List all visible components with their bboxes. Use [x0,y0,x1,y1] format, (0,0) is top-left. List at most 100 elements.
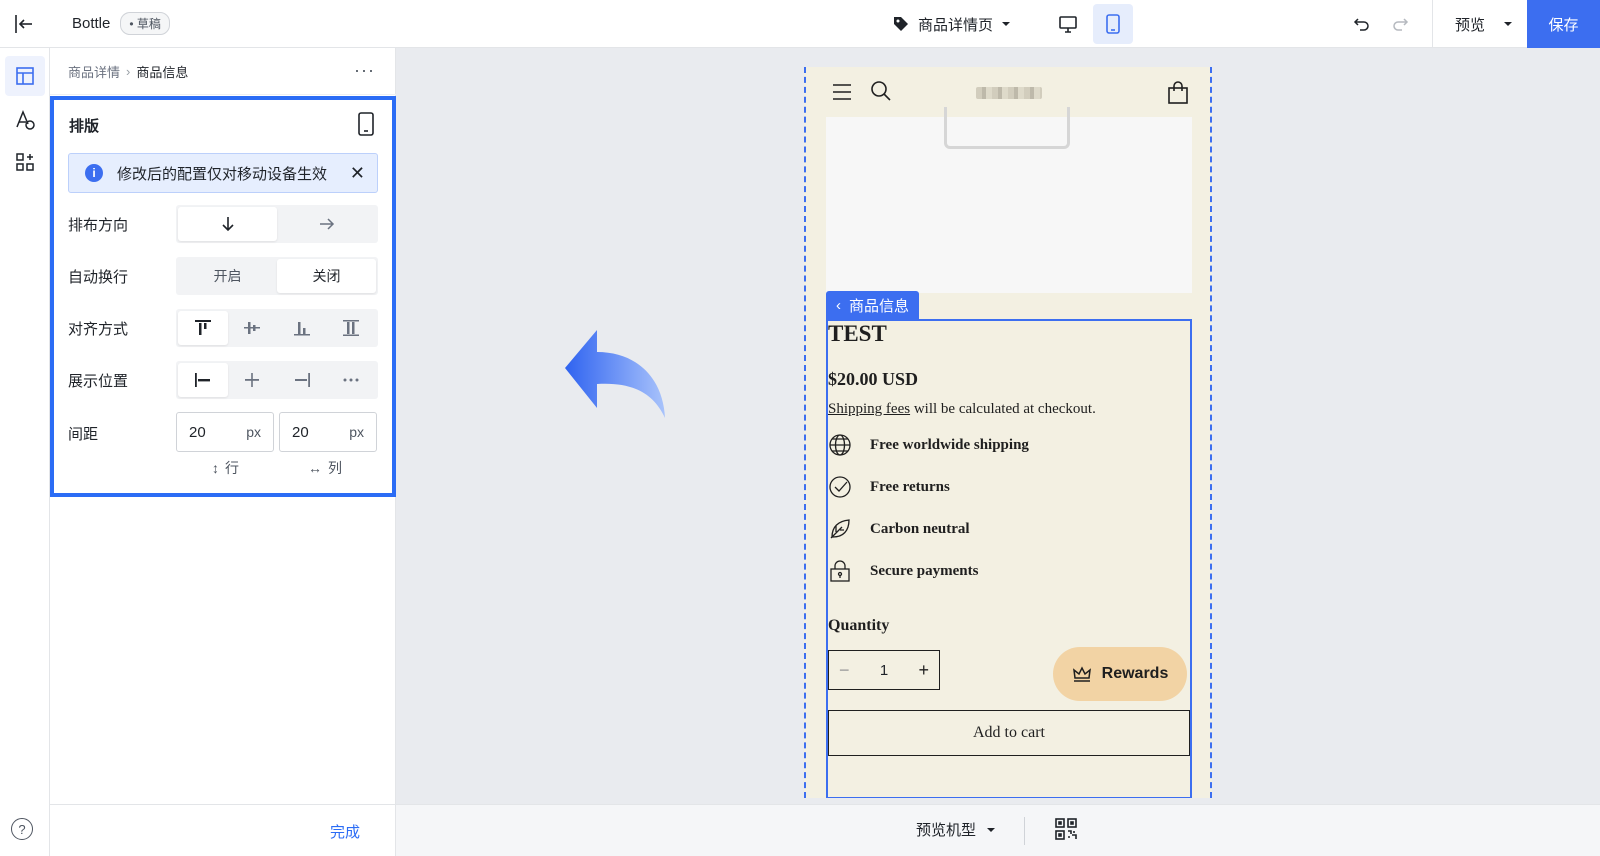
horizontal-arrows-icon: ↔ [308,460,322,476]
app-title: Bottle [72,15,111,32]
direction-segmented [176,205,378,243]
row-gap-hint: ↕ 行 [212,458,239,478]
add-to-cart-button[interactable]: Add to cart [828,710,1190,756]
shipping-note-text: will be calculated at checkout. [910,401,1096,417]
help-icon[interactable]: ? [11,818,33,840]
preview-label: 预览 [1455,16,1486,34]
theme-style-icon[interactable] [5,100,45,140]
product-price: $20.00 USD [828,369,919,389]
save-button[interactable]: 保存 [1527,0,1600,48]
position-center-option[interactable] [228,363,278,397]
sections-icon[interactable] [5,56,45,96]
align-stretch-option[interactable] [327,311,377,345]
feature-label: Carbon neutral [870,520,970,537]
wrap-on-option[interactable]: 开启 [178,259,277,293]
row-gap-hint-label: 行 [225,460,239,476]
product-image-placeholder [826,107,1192,293]
settings-panel: 商品详情 › 商品信息 ··· 排版 i 修改后的配置仅对移动设备生效 ✕ 排布… [50,48,396,856]
align-center-option[interactable] [228,311,278,345]
feature-label: Free returns [870,478,950,495]
justify-start-icon [194,373,210,387]
shipping-fees-link[interactable]: Shipping fees [828,401,910,417]
quantity-label: Quantity [828,617,890,634]
breadcrumb-item-product-info: 商品信息 [136,64,189,80]
mobile-icon [354,110,378,138]
more-icon[interactable]: ··· [354,60,375,81]
leaf-icon [830,519,850,539]
exit-icon[interactable] [0,0,48,48]
shipping-note: Shipping fees will be calculated at chec… [828,401,1096,418]
device-model-select[interactable]: 预览机型 [916,819,996,840]
tag-icon [894,17,908,31]
direction-horizontal-option[interactable] [277,207,376,241]
justify-space-icon [343,378,359,382]
arrow-right-icon [319,218,334,230]
arrow-down-icon [221,217,234,232]
done-button[interactable]: 完成 [330,821,360,842]
justify-center-icon [245,373,260,387]
page-select-label: 商品详情页 [918,16,994,34]
panel-footer: 完成 [50,804,396,856]
align-top-option[interactable] [178,311,228,345]
align-label: 对齐方式 [68,321,129,338]
align-bottom-option[interactable] [277,311,327,345]
quantity-increase-button[interactable]: + [918,660,929,681]
quantity-decrease-button[interactable]: − [839,660,850,681]
position-space-option[interactable] [327,363,377,397]
wrap-off-option[interactable]: 关闭 [277,259,376,293]
column-gap-hint-label: 列 [328,460,342,476]
wrap-segmented: 开启 关闭 [176,257,378,295]
direction-vertical-option[interactable] [178,207,277,241]
position-end-option[interactable] [277,363,327,397]
mobile-view-button[interactable] [1093,4,1133,44]
preview-button[interactable]: 预览 [1455,0,1513,48]
chevron-down-icon [1504,22,1513,26]
quantity-value[interactable]: 1 [880,662,888,679]
align-stretch-icon [343,320,360,336]
store-logo[interactable] [976,87,1042,99]
chevron-down-icon [1002,22,1011,26]
row-gap-unit: px [246,424,261,440]
rewards-button[interactable]: Rewards [1053,647,1187,701]
column-gap-value: 20 [292,423,309,441]
chevron-down-icon [987,827,996,832]
left-rail [0,48,50,856]
selected-block-tag[interactable]: ‹ 商品信息 [826,291,920,319]
apps-icon[interactable] [5,142,45,182]
image-placeholder-icon [944,107,1070,149]
draft-badge: • 草稿 [120,12,170,35]
breadcrumb-item-product-detail[interactable]: 商品详情 [68,62,120,81]
qr-code-icon[interactable] [1054,817,1078,841]
crown-icon [1072,666,1091,682]
device-model-label: 预览机型 [916,822,977,839]
phone-preview: ‹ 商品信息 TEST $20.00 USD Shipping fees wil… [804,67,1212,798]
redo-icon[interactable] [1386,10,1414,38]
gap-label: 间距 [68,426,99,443]
position-segmented [176,361,378,399]
row-gap-value: 20 [189,423,206,441]
lock-icon [830,560,850,582]
section-title: 排版 [69,118,100,135]
direction-label: 排布方向 [68,217,129,234]
vertical-arrows-icon: ↕ [212,460,219,476]
chevron-left-icon: ‹ [836,296,841,314]
align-top-icon [194,320,211,335]
panel-divider [50,94,396,95]
desktop-view-button[interactable] [1048,4,1088,44]
column-gap-input[interactable]: 20 px [279,412,377,452]
chevron-right-icon: › [126,63,131,79]
check-circle-icon [829,476,851,498]
column-gap-hint: ↔ 列 [308,458,342,478]
row-gap-input[interactable]: 20 px [176,412,274,452]
feature-item: Free returns [828,475,950,499]
globe-icon [829,434,851,456]
search-icon[interactable] [870,80,892,102]
position-start-option[interactable] [178,363,228,397]
shopping-bag-icon[interactable] [1167,81,1189,105]
rewards-label: Rewards [1101,665,1169,682]
close-icon[interactable]: ✕ [350,163,365,183]
mobile-only-notice: i 修改后的配置仅对移动设备生效 ✕ [68,153,378,193]
menu-icon[interactable] [832,83,852,101]
page-select[interactable]: 商品详情页 [892,0,1011,48]
undo-icon[interactable] [1348,10,1376,38]
